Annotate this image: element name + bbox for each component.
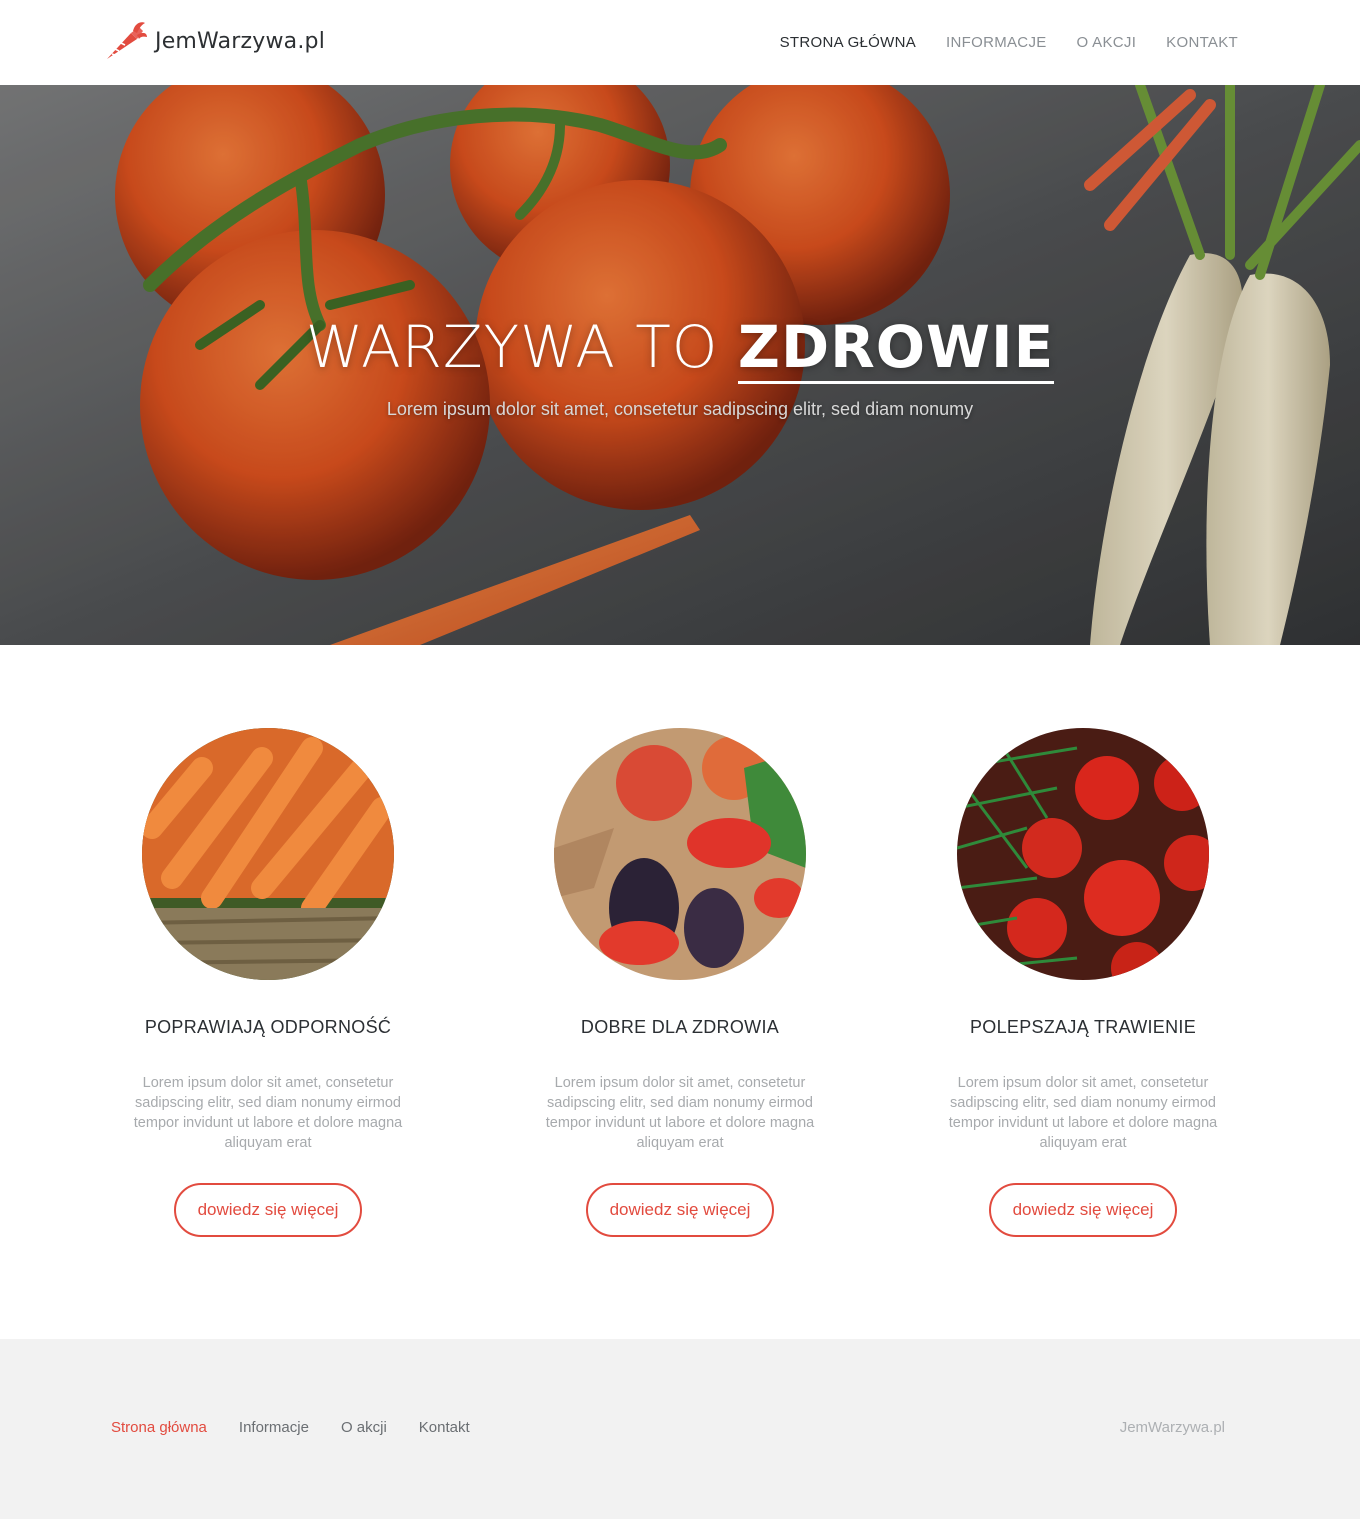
feature-text: Lorem ipsum dolor sit amet, consetetur s… (948, 1075, 1218, 1151)
carrot-icon (107, 22, 147, 59)
footer-brand: JemWarzywa.pl (1119, 1419, 1225, 1436)
footer-nav: Strona główna Informacje O akcji Kontakt (111, 1419, 470, 1436)
site-footer: Strona główna Informacje O akcji Kontakt… (0, 1339, 1360, 1519)
nav-item-informacje[interactable]: INFORMACJE (946, 34, 1047, 51)
features-section: POPRAWIAJĄ ODPORNOŚĆ Lorem ipsum dolor s… (0, 645, 1360, 1339)
feature-title: POPRAWIAJĄ ODPORNOŚĆ (144, 1017, 392, 1037)
learn-more-button[interactable]: dowiedz się więcej (586, 1183, 774, 1237)
logo[interactable]: JemWarzywa.pl (103, 18, 325, 64)
nav-item-o-akcji[interactable]: O AKCJI (1077, 34, 1137, 51)
feature-text: Lorem ipsum dolor sit amet, consetetur s… (133, 1075, 403, 1151)
main-nav: STRONA GŁÓWNA INFORMACJE O AKCJI KONTAKT (780, 34, 1238, 51)
tomatoes-dill-photo (957, 728, 1209, 980)
vegetables-paper-bags-photo (554, 728, 806, 980)
hero-title-bold: ZDROWIE (737, 313, 1055, 384)
carrots-basket-photo (142, 728, 394, 980)
hero-title-light: WARZYWA TO (305, 313, 738, 381)
footer-link-home[interactable]: Strona główna (111, 1419, 207, 1436)
feature-title: DOBRE DLA ZDROWIA (580, 1017, 780, 1037)
feature-title: POLEPSZAJĄ TRAWIENIE (969, 1017, 1197, 1037)
learn-more-button[interactable]: dowiedz się więcej (174, 1183, 362, 1237)
hero-subtitle: Lorem ipsum dolor sit amet, consetetur s… (386, 399, 974, 419)
nav-item-home[interactable]: STRONA GŁÓWNA (780, 34, 916, 51)
footer-link-kontakt[interactable]: Kontakt (419, 1419, 470, 1436)
hero-title: WARZYWA TO ZDROWIE (0, 313, 1360, 384)
nav-item-kontakt[interactable]: KONTAKT (1166, 34, 1238, 51)
footer-link-informacje[interactable]: Informacje (239, 1419, 309, 1436)
footer-link-o-akcji[interactable]: O akcji (341, 1419, 387, 1436)
feature-text: Lorem ipsum dolor sit amet, consetetur s… (545, 1075, 815, 1151)
learn-more-button[interactable]: dowiedz się więcej (989, 1183, 1177, 1237)
site-header: JemWarzywa.pl STRONA GŁÓWNA INFORMACJE O… (0, 0, 1360, 85)
hero-banner: WARZYWA TO ZDROWIE Lorem ipsum dolor sit… (0, 85, 1360, 645)
logo-text: JemWarzywa.pl (155, 28, 326, 54)
